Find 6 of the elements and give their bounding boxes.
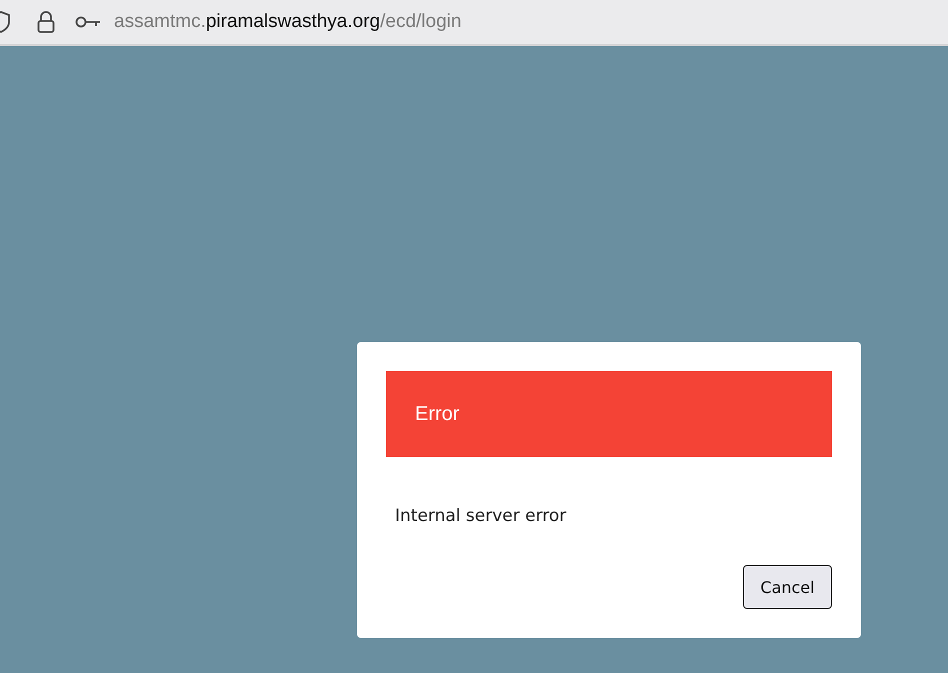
lock-icon[interactable]: [37, 11, 55, 33]
url-text[interactable]: assamtmc.piramalswasthya.org/ecd/login: [114, 11, 462, 33]
error-message: Internal server error: [395, 506, 568, 526]
key-icon[interactable]: [75, 15, 101, 29]
cancel-button[interactable]: Cancel: [743, 565, 832, 609]
dialog-title: Error: [386, 371, 832, 457]
